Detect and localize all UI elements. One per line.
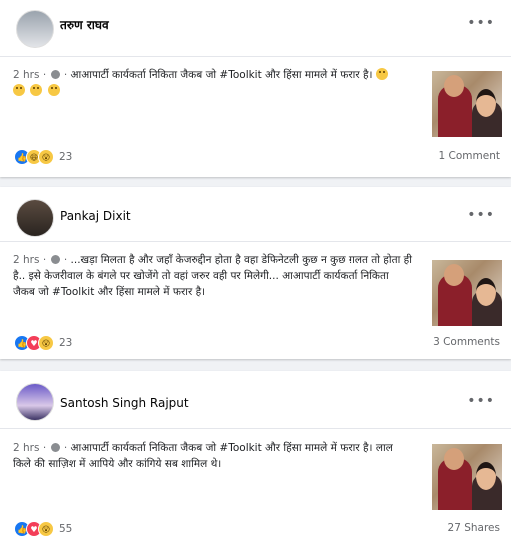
timestamp[interactable]: 2 hrs [13,442,39,454]
divider [0,56,511,57]
comment-count[interactable]: 1 Comment [439,150,500,162]
post-card-2: Pankaj Dixit ••• 2 hrs · · ...खड़ा मिलता… [0,187,511,359]
timestamp[interactable]: 2 hrs [13,254,39,266]
more-options-icon[interactable]: ••• [467,15,495,31]
separator: · [42,442,47,454]
post-image[interactable] [432,444,502,510]
reaction-summary[interactable]: 👍 ♥ 😮 23 [14,334,72,352]
post-image[interactable] [432,71,502,137]
post-text: 2 hrs · · आआपार्टी कार्यकर्ता निकिता जैक… [13,440,413,472]
image-figure [444,448,464,470]
post-header: Santosh Singh Rajput ••• [0,371,511,423]
reaction-count: 55 [59,523,73,535]
separator: · [63,69,68,81]
wink-emoji-icon [375,68,388,80]
wow-icon: 😮 [38,335,54,351]
image-figure [444,75,464,97]
avatar[interactable] [16,10,54,48]
post-text: 2 hrs · · आआपार्टी कार्यकर्ता निकिता जैक… [13,67,413,99]
reaction-summary[interactable]: 👍 😆 😮 23 [14,148,72,166]
author-name[interactable]: Pankaj Dixit [60,209,131,223]
avatar[interactable] [16,383,54,421]
divider [0,241,511,242]
post-header: Pankaj Dixit ••• [0,187,511,239]
wow-icon: 😮 [38,521,54,537]
divider [0,428,511,429]
post-text: 2 hrs · · ...खड़ा मिलता है और जहाँ केजरु… [13,252,413,300]
reaction-count: 23 [59,151,73,163]
timestamp[interactable]: 2 hrs [13,69,39,81]
image-figure [476,89,496,117]
image-figure [476,462,496,490]
post-card-1: तरुण राघव ••• 2 hrs · · आआपार्टी कार्यकर… [0,0,511,177]
author-name[interactable]: तरुण राघव [60,16,109,33]
post-header: तरुण राघव ••• [0,0,511,52]
more-options-icon[interactable]: ••• [467,393,495,409]
avatar[interactable] [16,199,54,237]
author-name[interactable]: Santosh Singh Rajput [60,396,189,410]
smirk-emoji-icon [13,84,25,96]
globe-icon [50,255,60,264]
image-figure [444,264,464,286]
separator: · [42,69,47,81]
reaction-count: 23 [59,337,73,349]
share-count[interactable]: 27 Shares [448,522,500,534]
image-figure [476,278,496,306]
post-image[interactable] [432,260,502,326]
globe-icon [50,443,60,452]
comment-count[interactable]: 3 Comments [433,336,500,348]
post-card-3: Santosh Singh Rajput ••• 2 hrs · · आआपार… [0,371,511,546]
post-content: आआपार्टी कार्यकर्ता निकिता जैकब जो #Tool… [70,69,373,81]
reaction-summary[interactable]: 👍 ♥ 😮 55 [14,520,72,538]
separator: · [42,254,47,266]
separator: · [63,254,68,266]
separator: · [63,442,68,454]
post-content: आआपार्टी कार्यकर्ता निकिता जैकब जो #Tool… [13,442,393,470]
globe-icon [50,70,60,79]
wow-icon: 😮 [38,149,54,165]
cry-emoji-icon [47,84,60,96]
more-options-icon[interactable]: ••• [467,207,495,223]
laugh-emoji-icon [30,84,43,96]
post-content: ...खड़ा मिलता है और जहाँ केजरुद्दीन होता… [13,254,412,298]
